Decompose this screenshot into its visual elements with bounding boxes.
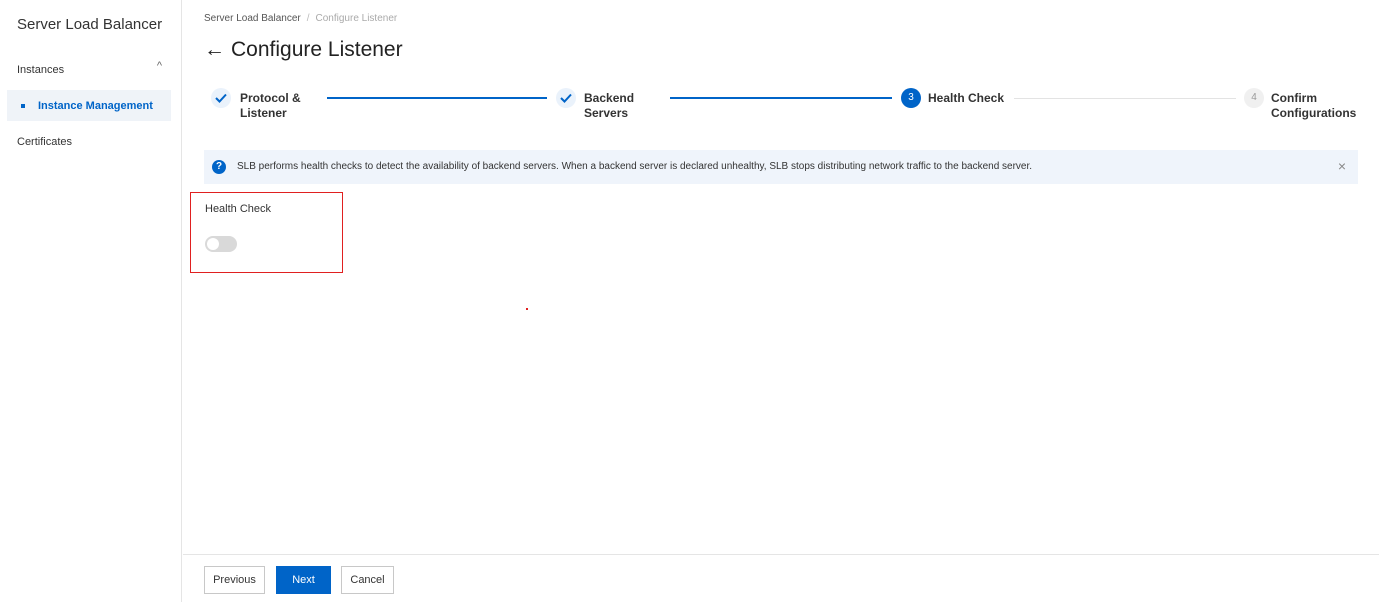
page-title-text: Configure Listener bbox=[231, 38, 403, 61]
chevron-up-icon: ^ bbox=[156, 60, 162, 72]
next-button[interactable]: Next bbox=[276, 566, 331, 594]
step-number-badge: 4 bbox=[1244, 88, 1264, 108]
check-icon bbox=[211, 88, 231, 108]
back-arrow-icon[interactable]: ← bbox=[204, 38, 225, 61]
step-label-line2: Servers bbox=[584, 106, 629, 120]
step-connector bbox=[670, 97, 892, 99]
step-label-line1: Backend bbox=[584, 91, 635, 105]
help-icon: ? bbox=[212, 160, 226, 174]
cancel-button[interactable]: Cancel bbox=[341, 566, 394, 594]
step-health-check: Health Check bbox=[928, 91, 1004, 106]
sidebar-title: Server Load Balancer bbox=[17, 16, 163, 33]
breadcrumb: Server Load Balancer / Configure Listener bbox=[204, 13, 397, 24]
step-label-line1: Confirm bbox=[1271, 91, 1317, 105]
step-protocol-listener: Protocol & Listener bbox=[240, 91, 301, 121]
active-indicator-icon bbox=[21, 104, 25, 108]
step-number-badge: 3 bbox=[901, 88, 921, 108]
sidebar-item-label: Instance Management bbox=[38, 100, 153, 112]
breadcrumb-separator: / bbox=[306, 13, 310, 24]
previous-button[interactable]: Previous bbox=[204, 566, 265, 594]
step-label-line2: Listener bbox=[240, 106, 287, 120]
sidebar: Server Load Balancer Instances ^ Instanc… bbox=[0, 0, 182, 602]
sidebar-group-label: Instances bbox=[17, 64, 65, 76]
toggle-knob bbox=[207, 238, 219, 250]
check-icon bbox=[556, 88, 576, 108]
step-connector bbox=[327, 97, 547, 99]
red-dot-mark bbox=[526, 308, 528, 310]
sidebar-item-instance-management[interactable]: Instance Management bbox=[7, 90, 171, 121]
sidebar-group-instances[interactable]: Instances ^ bbox=[17, 60, 162, 78]
info-notice: ? SLB performs health checks to detect t… bbox=[204, 150, 1358, 184]
step-backend-servers: Backend Servers bbox=[584, 91, 634, 121]
breadcrumb-root-link[interactable]: Server Load Balancer bbox=[204, 13, 301, 24]
breadcrumb-current: Configure Listener bbox=[315, 13, 398, 24]
step-connector bbox=[1014, 98, 1236, 99]
notice-text: SLB performs health checks to detect the… bbox=[237, 161, 1033, 172]
step-label-line1: Health Check bbox=[928, 91, 1005, 105]
sidebar-item-certificates[interactable]: Certificates bbox=[17, 136, 72, 148]
health-check-section: Health Check bbox=[190, 192, 343, 273]
close-icon[interactable]: × bbox=[1338, 158, 1346, 174]
health-check-toggle[interactable] bbox=[205, 236, 237, 252]
page-title: ← Configure Listener bbox=[204, 38, 403, 62]
step-confirm-configurations: Confirm Configurations bbox=[1271, 91, 1356, 121]
footer-actions: Previous Next Cancel bbox=[183, 554, 1379, 602]
step-label-line2: Configurations bbox=[1271, 106, 1357, 120]
health-check-label: Health Check bbox=[205, 203, 272, 215]
step-label-line1: Protocol & bbox=[240, 91, 301, 105]
